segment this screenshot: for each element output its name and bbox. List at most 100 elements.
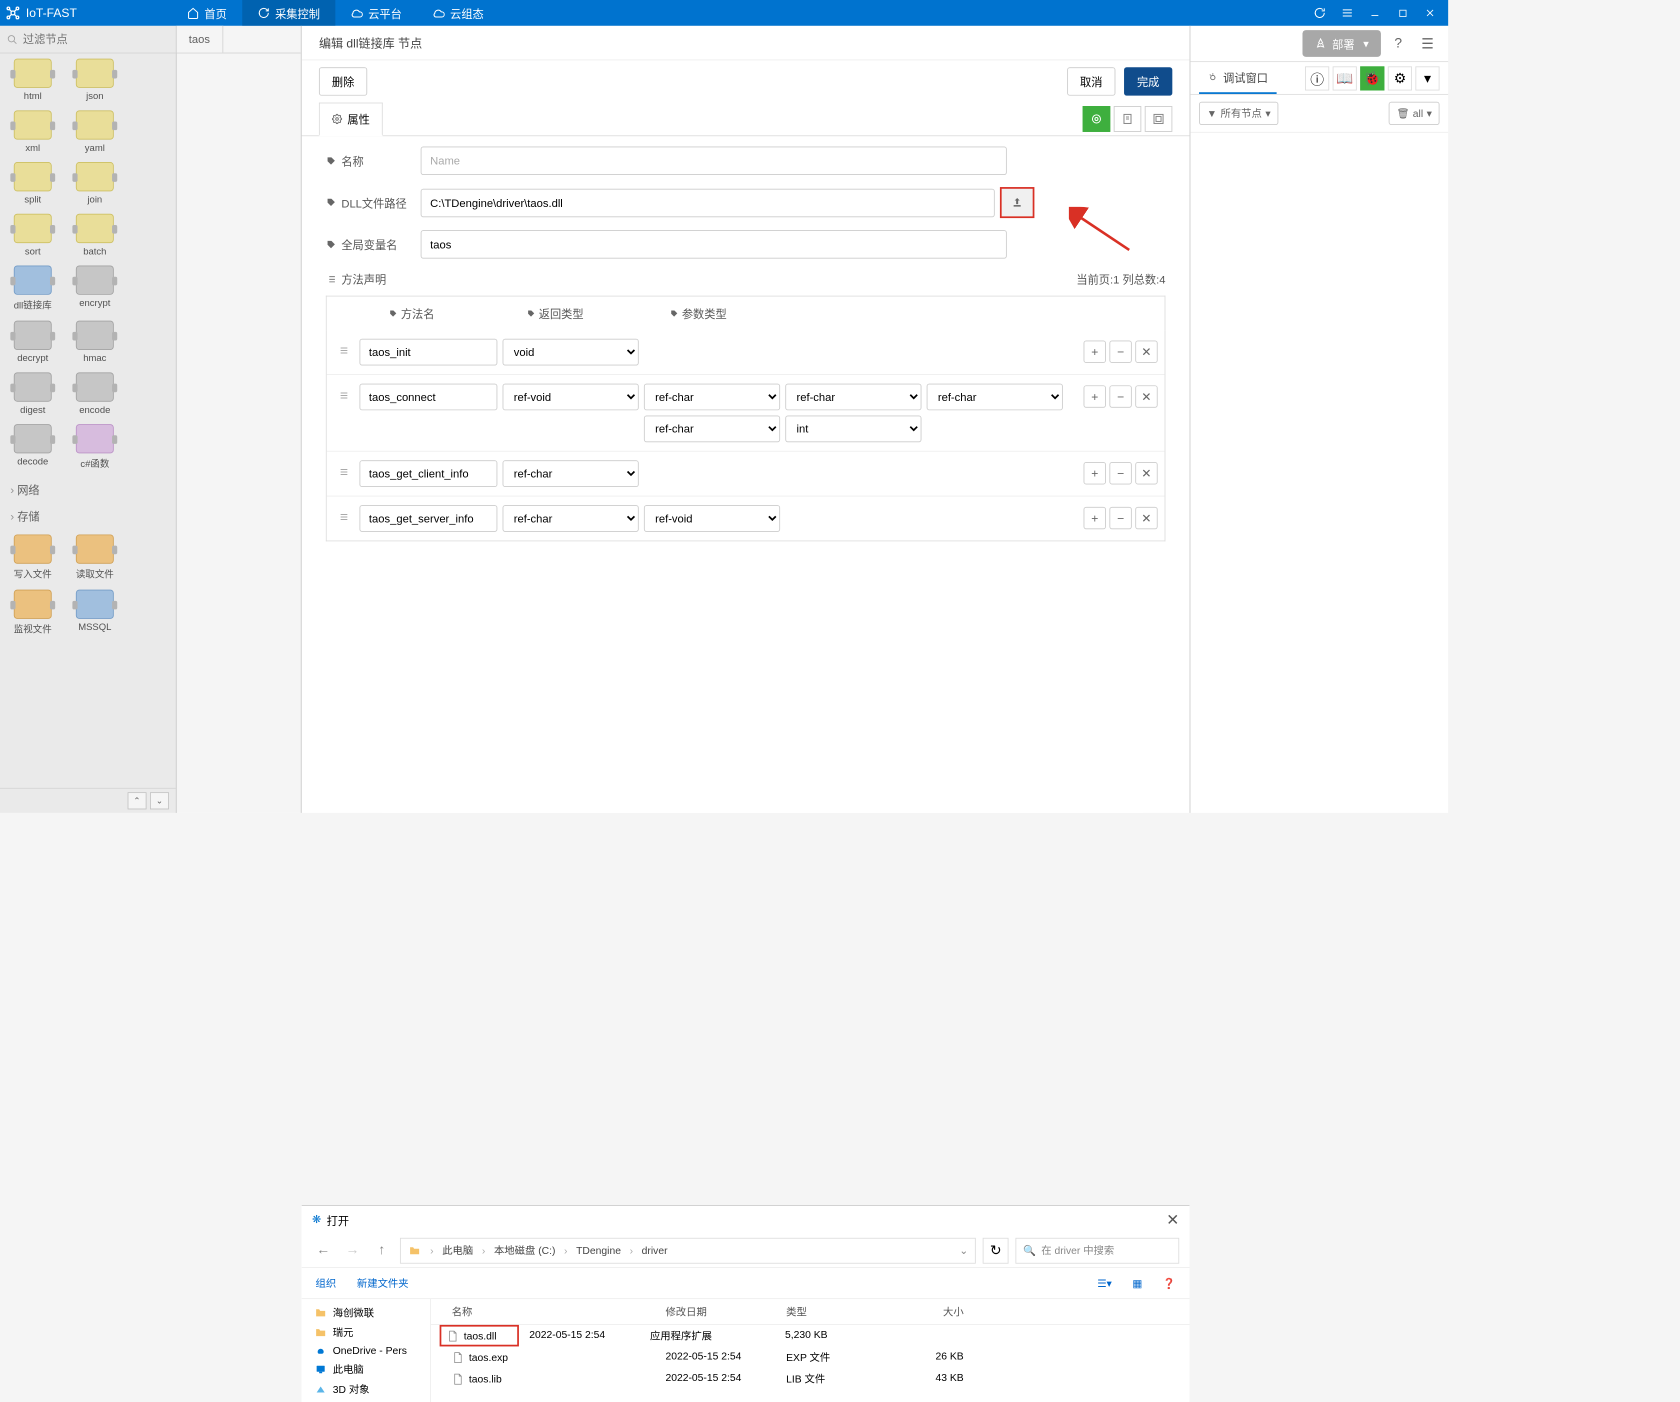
minimize-button[interactable] [1362,0,1388,26]
palette-node-digest[interactable]: digest [9,372,57,415]
dialog-close-button[interactable]: ✕ [1166,1211,1179,1229]
param-type-select[interactable]: ref-char [644,415,780,442]
file-row[interactable]: taos.exp 2022-05-15 2:54EXP 文件26 KB [431,1346,1190,1368]
palette-filter[interactable] [0,26,176,54]
debug-tab[interactable]: 调试窗口 [1199,62,1277,94]
delete-button[interactable]: 删除 [319,67,367,95]
palette-node-batch[interactable]: batch [71,214,119,257]
param-type-select[interactable]: ref-char [644,384,780,411]
palette-node-监视文件[interactable]: 监视文件 [9,590,57,637]
add-param-button[interactable]: + [1084,507,1106,529]
tree-item[interactable]: 3D 对象 [302,1379,430,1399]
drag-handle-icon[interactable]: ≡ [334,384,355,405]
palette-node-join[interactable]: join [71,162,119,205]
properties-tab[interactable]: 属性 [319,102,383,136]
rp-bug-button[interactable]: 🐞 [1360,66,1384,90]
add-param-button[interactable]: + [1084,462,1106,484]
add-param-button[interactable]: + [1084,340,1106,362]
editor-action-3[interactable] [1145,106,1173,132]
nav-cloud-dash[interactable]: 云组态 [417,0,499,26]
close-button[interactable] [1417,0,1443,26]
remove-param-button[interactable]: − [1109,385,1131,407]
palette-node-encode[interactable]: encode [71,372,119,415]
tree-item[interactable]: 瑞元 [302,1322,430,1342]
remove-row-button[interactable]: ✕ [1135,507,1157,529]
palette-node-hmac[interactable]: hmac [71,321,119,364]
global-var-input[interactable] [421,230,1007,258]
tree-item[interactable]: OneDrive - Pers [302,1342,430,1359]
param-type-select[interactable]: int [785,415,921,442]
nav-up[interactable]: ↑ [371,1239,393,1261]
nav-back[interactable]: ← [312,1239,334,1261]
rp-chevron-button[interactable]: ▾ [1415,66,1439,90]
file-row[interactable]: taos.lib 2022-05-15 2:54LIB 文件43 KB [431,1368,1190,1390]
canvas-tab[interactable]: taos [177,26,223,53]
nav-forward[interactable]: → [341,1239,363,1261]
view-list-button[interactable]: ☰▾ [1097,1277,1111,1289]
cancel-button[interactable]: 取消 [1067,67,1115,95]
param-type-select[interactable]: ref-void [644,505,780,532]
editor-action-1[interactable] [1083,106,1111,132]
return-type-select[interactable]: ref-char [503,505,639,532]
remove-row-button[interactable]: ✕ [1135,340,1157,362]
nav-collect[interactable]: 采集控制 [242,0,335,26]
return-type-select[interactable]: ref-void [503,384,639,411]
palette-node-decrypt[interactable]: decrypt [9,321,57,364]
view-preview-button[interactable]: ▦ [1132,1277,1142,1289]
method-name-input[interactable] [359,384,497,411]
palette-node-dll链接库[interactable]: dll链接库 [9,265,57,312]
dll-path-input[interactable] [421,188,995,216]
palette-filter-input[interactable] [23,33,169,46]
palette-node-c#函数[interactable]: c#函数 [71,424,119,471]
breadcrumb[interactable]: ›此电脑 ›本地磁盘 (C:) ›TDengine ›driver ⌄ [400,1237,976,1263]
rp-gear-button[interactable]: ⚙ [1388,66,1412,90]
palette-node-sort[interactable]: sort [9,214,57,257]
name-input[interactable] [421,147,1007,175]
drag-handle-icon[interactable]: ≡ [334,339,355,360]
nav-cloud[interactable]: 云平台 [335,0,417,26]
palette-node-MSSQL[interactable]: MSSQL [71,590,119,637]
palette-node-读取文件[interactable]: 读取文件 [71,534,119,581]
filter-all[interactable]: 🗑 all ▾ [1388,102,1439,125]
drag-handle-icon[interactable]: ≡ [334,460,355,481]
upload-button[interactable] [1000,187,1034,218]
rp-info-button[interactable]: ⓘ [1305,66,1329,90]
palette-collapse-button[interactable]: ⌃ [128,792,147,809]
palette-node-encrypt[interactable]: encrypt [71,265,119,312]
new-folder-button[interactable]: 新建文件夹 [357,1276,409,1291]
refresh-button[interactable]: ↻ [983,1237,1009,1263]
param-type-select[interactable]: ref-char [785,384,921,411]
return-type-select[interactable]: ref-char [503,460,639,487]
remove-param-button[interactable]: − [1109,507,1131,529]
category-network[interactable]: 网络 [0,476,176,503]
palette-node-写入文件[interactable]: 写入文件 [9,534,57,581]
menu-button[interactable] [1334,0,1360,26]
rp-book-button[interactable]: 📖 [1333,66,1357,90]
refresh-button[interactable] [1307,0,1333,26]
method-name-input[interactable] [359,460,497,487]
rp-help-button[interactable]: ? [1386,31,1410,55]
remove-param-button[interactable]: − [1109,462,1131,484]
dialog-search[interactable]: 🔍在 driver 中搜索 [1015,1237,1179,1263]
remove-param-button[interactable]: − [1109,340,1131,362]
add-param-button[interactable]: + [1084,385,1106,407]
tree-item[interactable]: 海创微联 [302,1302,430,1322]
return-type-select[interactable]: void [503,339,639,366]
drag-handle-icon[interactable]: ≡ [334,505,355,526]
maximize-button[interactable] [1390,0,1416,26]
palette-node-split[interactable]: split [9,162,57,205]
remove-row-button[interactable]: ✕ [1135,462,1157,484]
palette-node-decode[interactable]: decode [9,424,57,471]
done-button[interactable]: 完成 [1124,67,1172,95]
palette-node-yaml[interactable]: yaml [71,110,119,153]
editor-action-2[interactable] [1114,106,1142,132]
tree-item[interactable]: 此电脑 [302,1359,430,1379]
palette-node-json[interactable]: json [71,59,119,102]
file-row[interactable]: taos.dll 2022-05-15 2:54应用程序扩展5,230 KB [431,1325,1190,1347]
palette-node-xml[interactable]: xml [9,110,57,153]
nav-home[interactable]: 首页 [172,0,243,26]
palette-expand-button[interactable]: ⌄ [150,792,169,809]
method-name-input[interactable] [359,505,497,532]
rp-menu-button[interactable]: ☰ [1415,31,1439,55]
help-button[interactable]: ❓ [1163,1277,1176,1289]
